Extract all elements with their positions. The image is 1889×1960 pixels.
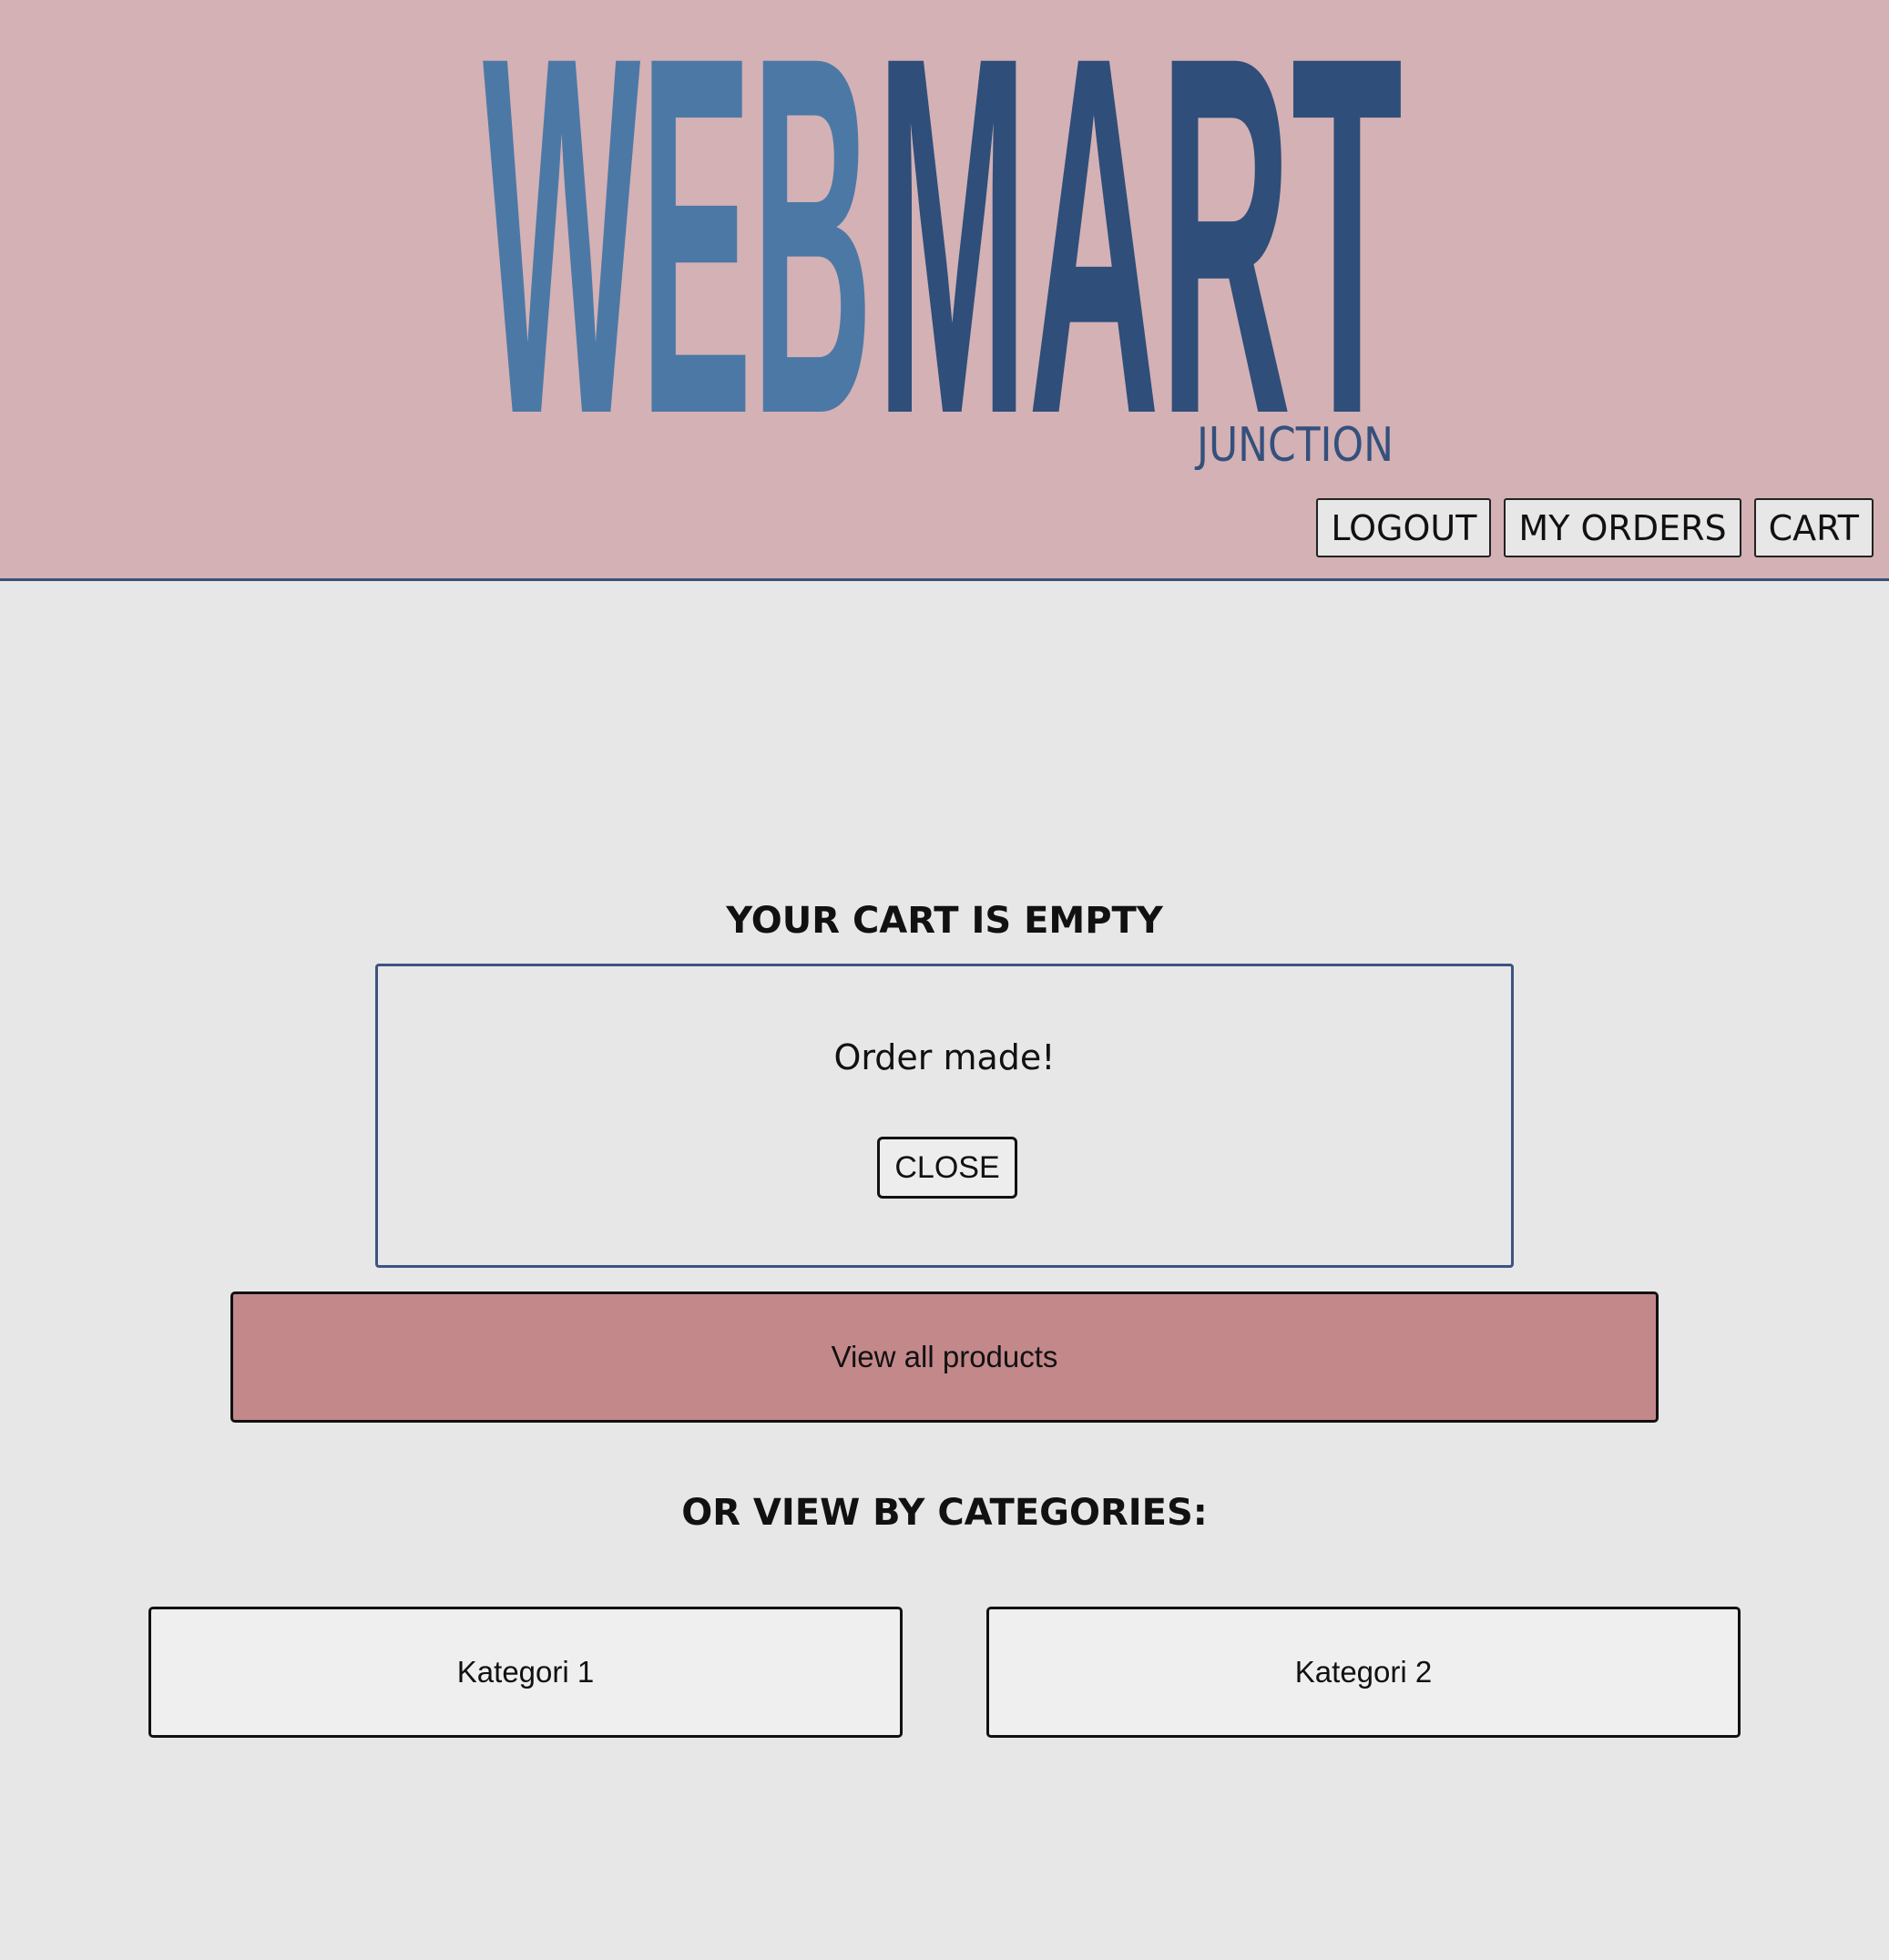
header-nav: LOGOUT MY ORDERS CART xyxy=(1316,498,1874,557)
close-button[interactable]: CLOSE xyxy=(877,1137,1017,1199)
cart-button[interactable]: CART xyxy=(1753,498,1874,557)
categories-heading: OR VIEW BY CATEGORIES: xyxy=(681,1492,1208,1534)
site-header: WEB MART JUNCTION LOGOUT MY ORDERS CART xyxy=(0,0,1889,581)
logo-tagline: JUNCTION xyxy=(1194,418,1394,470)
modal-message: Order made! xyxy=(833,1037,1056,1077)
order-confirmation-modal: Order made! CLOSE xyxy=(375,964,1514,1268)
view-all-products-button[interactable]: View all products xyxy=(230,1291,1659,1423)
category-button-1[interactable]: Kategori 1 xyxy=(148,1607,903,1738)
my-orders-button[interactable]: MY ORDERS xyxy=(1504,498,1741,557)
logo-word-mart: MART xyxy=(876,24,1403,470)
webmart-logo[interactable]: WEB MART JUNCTION xyxy=(483,24,1412,470)
logout-button[interactable]: LOGOUT xyxy=(1316,498,1492,557)
cart-empty-heading: YOUR CART IS EMPTY xyxy=(726,900,1163,942)
logo-word-web: WEB xyxy=(483,24,873,470)
category-button-2[interactable]: Kategori 2 xyxy=(986,1607,1741,1738)
